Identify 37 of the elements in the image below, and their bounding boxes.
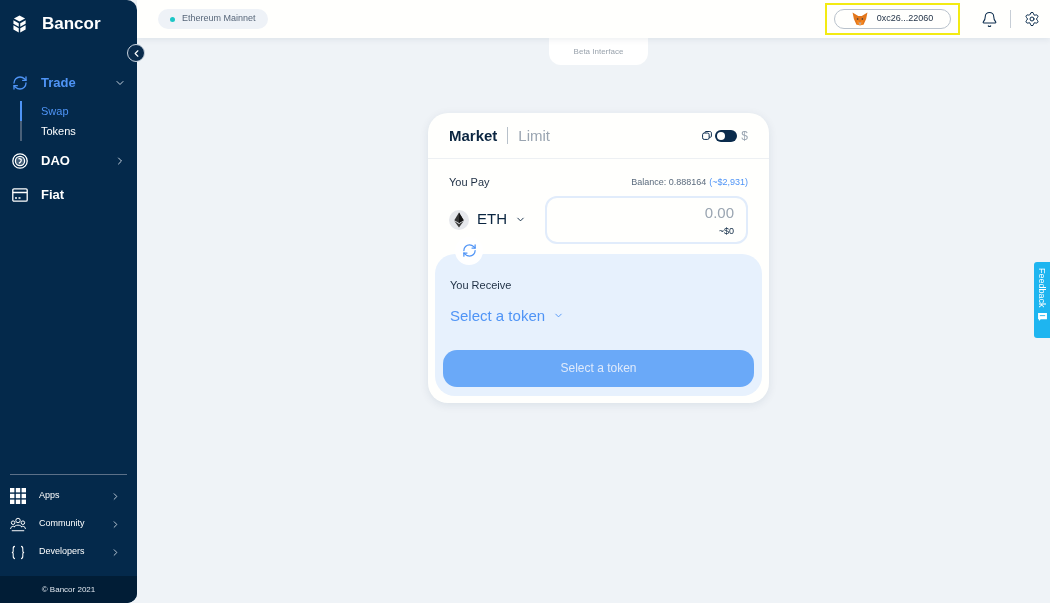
network-button[interactable]: Ethereum Mainnet <box>158 9 268 29</box>
coins-icon <box>702 131 713 140</box>
refresh-icon <box>12 75 28 91</box>
copyright-text: © Bancor 2021 <box>41 583 96 596</box>
braces-icon <box>11 544 25 560</box>
sub-nav-item[interactable]: Tokens <box>20 121 137 141</box>
currency-label: $ <box>741 127 748 145</box>
nav-item[interactable]: DAO <box>0 147 137 175</box>
token-selector[interactable]: ETH <box>449 208 526 231</box>
fox-icon <box>851 12 868 26</box>
balance-text: Balance: 0.888164 <box>631 175 707 189</box>
receive-label: You Receive <box>450 278 512 291</box>
pay-label: You Pay <box>449 175 490 190</box>
menu-link[interactable]: Apps <box>0 484 137 508</box>
settings-button[interactable] <box>1024 11 1040 27</box>
chat-icon <box>1037 312 1047 321</box>
logo-icon <box>12 15 27 33</box>
beta-tag: Beta Interface <box>549 38 648 65</box>
mode-tab[interactable]: Market <box>449 126 498 145</box>
coin-icon <box>12 153 28 169</box>
notifications-button[interactable] <box>981 10 998 28</box>
people-icon <box>10 516 26 532</box>
menu-link[interactable]: Developers <box>0 540 137 564</box>
brand-name: Bancor <box>42 14 101 34</box>
grid-icon <box>10 488 26 504</box>
nav-item[interactable]: Trade <box>0 69 137 97</box>
sub-nav-item[interactable]: Swap <box>20 101 137 121</box>
balance-usd-text: (~$2,931) <box>709 175 748 189</box>
bell-icon <box>981 10 998 28</box>
menu-link[interactable]: Community <box>0 512 137 536</box>
card-icon <box>12 187 28 203</box>
currency-toggle[interactable] <box>715 129 738 142</box>
eth-icon <box>449 209 469 230</box>
settings-icon <box>1024 11 1040 27</box>
usd-value: ~$0 <box>718 225 734 237</box>
refresh-icon <box>461 243 477 258</box>
nav-item[interactable]: Fiat <box>0 181 137 209</box>
